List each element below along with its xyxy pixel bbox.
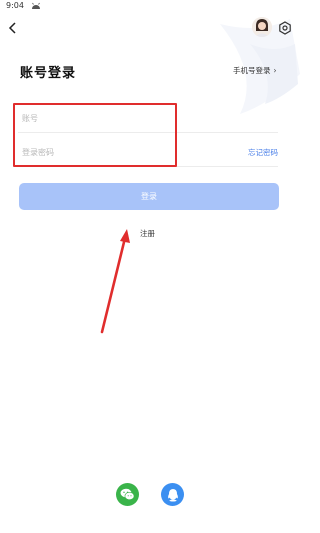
phone-login-label: 手机号登录 <box>233 66 271 75</box>
android-debug-icon <box>32 2 40 9</box>
forgot-password-link[interactable]: 忘记密码 <box>248 147 278 158</box>
qq-login-button[interactable] <box>161 483 184 506</box>
register-link[interactable]: 注册 <box>140 228 155 239</box>
phone-login-link[interactable]: 手机号登录 › <box>233 65 277 76</box>
qq-icon <box>167 488 178 501</box>
chevron-right-icon: › <box>273 66 277 75</box>
social-login-row <box>0 483 300 507</box>
wechat-login-button[interactable] <box>116 483 139 506</box>
status-bar: 9:04 <box>0 0 300 14</box>
annotation-arrow <box>100 229 130 334</box>
page-title: 账号登录 <box>20 66 77 81</box>
wechat-icon <box>120 488 135 501</box>
login-button[interactable]: 登录 <box>19 183 279 210</box>
settings-button[interactable] <box>278 20 292 35</box>
back-button[interactable] <box>6 21 20 35</box>
annotation-highlight-box <box>13 103 177 167</box>
user-avatar-icon <box>252 17 272 37</box>
status-time: 9:04 <box>6 1 24 10</box>
back-arrow-icon <box>8 22 16 34</box>
avatar[interactable] <box>252 17 272 37</box>
gear-icon <box>279 21 291 35</box>
